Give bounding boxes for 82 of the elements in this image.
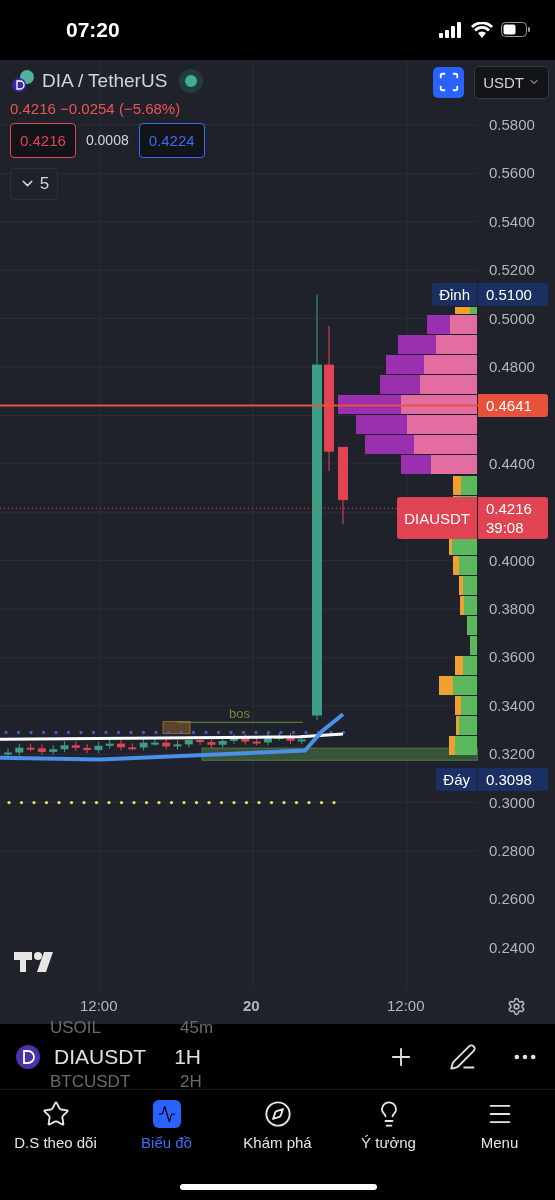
- price-tick: 0.4000: [489, 551, 535, 570]
- candle: [71, 740, 80, 752]
- price-tick: 0.2600: [489, 890, 535, 909]
- fullscreen-button[interactable]: [433, 66, 465, 98]
- price-tick: 0.4800: [489, 357, 535, 376]
- price-tick: 0.2400: [489, 938, 535, 957]
- candle: [173, 739, 182, 750]
- price-marker: 0.3098: [478, 767, 548, 791]
- marker-label: DIAUSDT: [397, 497, 477, 540]
- list-item: USOIL: [50, 1018, 102, 1039]
- price-tick: 0.5400: [489, 212, 535, 231]
- battery-icon: [501, 22, 531, 38]
- list-item: BTCUSDT: [50, 1072, 131, 1093]
- price-marker: 0.4641: [478, 394, 548, 418]
- currency-dropdown[interactable]: USDT: [474, 65, 549, 99]
- tab-item[interactable]: Biểu đồ: [111, 1090, 222, 1155]
- price-tick: 0.2800: [489, 841, 535, 860]
- chart-icon: [152, 1100, 181, 1129]
- tab-item[interactable]: Menu: [444, 1090, 555, 1155]
- candle: [128, 742, 137, 751]
- candle: [230, 733, 238, 745]
- list-item: 45m: [180, 1018, 214, 1039]
- buy-price-button[interactable]: 0.4224: [138, 122, 205, 158]
- symbol-title: DIA / TetherUS: [42, 69, 168, 92]
- marker-label: Đỉnh: [432, 283, 477, 307]
- coin-logo-icon: [16, 1044, 40, 1069]
- candle: [241, 733, 250, 746]
- sell-price-button[interactable]: 0.4216: [10, 122, 76, 158]
- candle: [218, 736, 227, 749]
- price-marker: 0.4216 39:08: [478, 497, 548, 540]
- candle: [60, 740, 69, 753]
- price-tick: 0.5800: [489, 115, 535, 134]
- tradingview-logo: [14, 951, 53, 972]
- price-tick: 0.5000: [489, 309, 535, 328]
- candle: [139, 738, 148, 751]
- candle: [37, 743, 46, 756]
- candle: [26, 743, 35, 752]
- order-block-rectangle: [162, 721, 191, 735]
- price-tick: 0.3800: [489, 599, 535, 618]
- time-tick: 20: [243, 997, 260, 1015]
- coin-logo-icon: [10, 67, 36, 94]
- candle: [83, 743, 92, 754]
- candle: [286, 732, 295, 745]
- signal-icon: [439, 21, 463, 38]
- pen-icon[interactable]: [449, 1042, 477, 1071]
- candle: [162, 738, 171, 750]
- price-tick: 0.3000: [489, 793, 535, 812]
- candle: [275, 732, 284, 742]
- price-tick: 0.5200: [489, 261, 535, 280]
- settings-icon[interactable]: [507, 997, 526, 1017]
- price-tick: 0.5600: [489, 164, 535, 183]
- candle: [15, 743, 24, 756]
- price-tick: 0.3600: [489, 648, 535, 667]
- symbol-name[interactable]: DIAUSDT: [54, 1044, 147, 1069]
- price-change: 0.4216 −0.0254 (−5.68%): [10, 99, 182, 117]
- tab-item[interactable]: Khám phá: [222, 1090, 333, 1155]
- price-tick: 0.3200: [489, 745, 535, 764]
- candle: [150, 738, 159, 747]
- spread-value: 0.0008: [85, 132, 129, 149]
- list-item: 2H: [180, 1072, 202, 1093]
- marker-label: Đáy: [436, 767, 477, 791]
- candle: [4, 747, 12, 757]
- candle: [49, 744, 58, 756]
- tab-item[interactable]: D.S theo dõi: [0, 1090, 111, 1155]
- price-tick: 0.4400: [489, 454, 535, 473]
- indicators-toggle[interactable]: 5: [10, 167, 58, 200]
- time-tick: 12:00: [80, 997, 118, 1015]
- candle: [105, 739, 114, 750]
- price-marker: 0.5100: [478, 283, 548, 307]
- wifi-icon: [471, 21, 493, 38]
- time-tick: 12:00: [387, 997, 425, 1015]
- candle: [252, 737, 261, 746]
- candle: [263, 733, 272, 746]
- bos-label: bos: [229, 705, 250, 721]
- interval-label[interactable]: 1H: [174, 1044, 202, 1069]
- price-tick: 0.3400: [489, 696, 535, 715]
- candle: [94, 741, 103, 754]
- compass-icon: [263, 1100, 292, 1129]
- candle: [207, 737, 216, 749]
- clock: 07:20: [66, 17, 120, 42]
- candle: [117, 739, 125, 751]
- tab-item[interactable]: Ý tưởng: [333, 1090, 444, 1155]
